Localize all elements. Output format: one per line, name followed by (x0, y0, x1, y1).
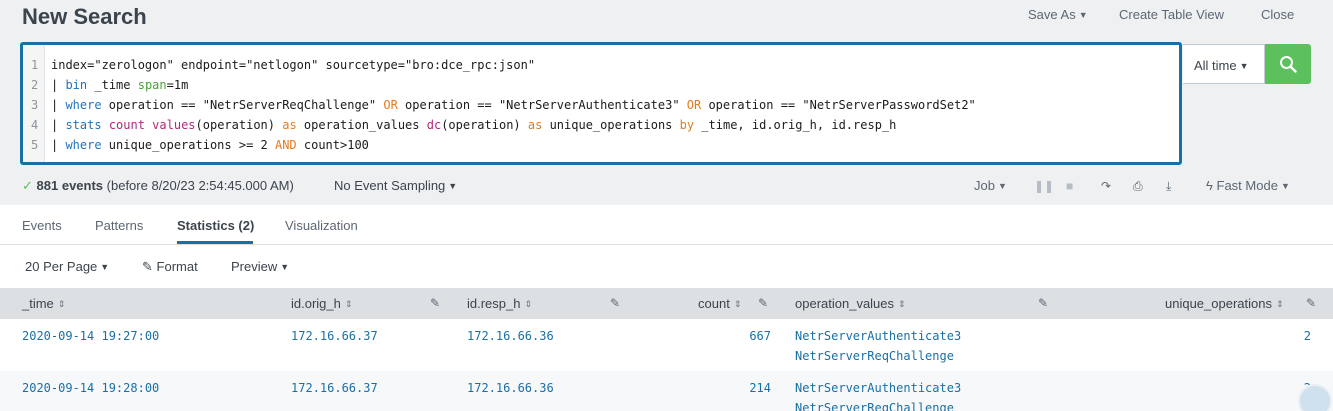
event-sampling-label: No Event Sampling (334, 178, 446, 193)
page-title: New Search (22, 4, 147, 29)
checkmark-icon: ✓ (22, 178, 33, 193)
stop-icon[interactable]: ■ (1066, 179, 1073, 193)
caret-down-icon: ▼ (280, 262, 290, 272)
create-table-view-button[interactable]: Create Table View (1119, 7, 1224, 22)
search-mode-label: Fast Mode (1216, 178, 1278, 193)
cell-unique-operations[interactable]: 2 (1280, 329, 1311, 343)
tab-visualization[interactable]: Visualization (285, 218, 358, 233)
line-number: 1 (31, 58, 39, 72)
edit-column-icon[interactable]: ✎ (1038, 296, 1048, 310)
export-icon[interactable]: ⤓ (1166, 179, 1171, 194)
table-header: _time ⇕ id.orig_h ⇕ ✎ id.resp_h ⇕ ✎ count ⇕ … (0, 289, 1333, 319)
search-editor[interactable]: 1 2 3 4 5 index="zerologon" endpoint="ne… (20, 42, 1182, 165)
event-count: 881 events (36, 178, 104, 193)
active-tab-indicator (177, 241, 253, 244)
bolt-icon: ϟ (1206, 178, 1213, 193)
results-tabs: Events Patterns Statistics (2) Visualiza… (0, 205, 1333, 245)
tab-statistics[interactable]: Statistics (2) (177, 218, 254, 233)
column-header-orig-h[interactable]: id.orig_h ⇕ (291, 296, 352, 311)
per-page-dropdown[interactable]: 20 Per Page ▼ (25, 259, 109, 274)
format-button[interactable]: ✎ Format (142, 259, 198, 275)
sort-icon: ⇕ (898, 299, 906, 309)
save-as-dropdown[interactable]: Save As ▼ (1028, 7, 1088, 22)
line-number: 3 (31, 98, 39, 112)
sort-icon: ⇕ (1275, 299, 1284, 309)
search-button[interactable] (1265, 44, 1311, 84)
line-number: 2 (31, 78, 39, 92)
edit-column-icon[interactable]: ✎ (430, 296, 440, 310)
line-number: 4 (31, 118, 39, 132)
query-line-4: | stats count values(operation) as opera… (51, 118, 897, 132)
column-header-count[interactable]: count ⇕ (698, 296, 741, 311)
search-mode-dropdown[interactable]: ϟ Fast Mode ▼ (1206, 178, 1290, 193)
column-label: id.resp_h (467, 296, 521, 311)
close-button[interactable]: Close (1261, 7, 1294, 22)
edit-column-icon[interactable]: ✎ (758, 296, 768, 310)
per-page-label: 20 Per Page (25, 259, 98, 274)
tab-patterns[interactable]: Patterns (95, 218, 143, 233)
query-line-5: | where unique_operations >= 2 AND count… (51, 138, 369, 152)
column-header-operation-values[interactable]: operation_values ⇕ (795, 296, 906, 311)
event-time-range: (before 8/20/23 2:54:45.000 AM) (106, 178, 294, 193)
assistant-widget-icon[interactable] (1298, 384, 1332, 411)
query-line-3: | where operation == "NetrServerReqChall… (51, 98, 976, 112)
cell-time[interactable]: 2020-09-14 19:28:00 (22, 381, 159, 395)
caret-down-icon: ▼ (1239, 61, 1249, 71)
line-number-gutter: 1 2 3 4 5 (23, 45, 45, 162)
column-label: unique_operations (1165, 296, 1272, 311)
job-label: Job (974, 178, 995, 193)
preview-dropdown[interactable]: Preview ▼ (231, 259, 289, 274)
share-icon[interactable]: ↷ (1101, 179, 1111, 193)
tab-events[interactable]: Events (22, 218, 62, 233)
cell-orig-h[interactable]: 172.16.66.37 (291, 381, 378, 395)
edit-column-icon[interactable]: ✎ (610, 296, 620, 310)
caret-down-icon: ▼ (1078, 10, 1088, 20)
table-row: 2020-09-14 19:28:00 172.16.66.37 172.16.… (0, 371, 1333, 411)
column-label: count (698, 296, 730, 311)
time-range-picker[interactable]: All time ▼ (1183, 44, 1265, 84)
sort-icon: ⇕ (733, 299, 742, 309)
column-label: id.orig_h (291, 296, 341, 311)
edit-column-icon[interactable]: ✎ (1306, 296, 1316, 310)
caret-down-icon: ▼ (1280, 181, 1290, 191)
results-toolbar: 20 Per Page ▼ ✎ Format Preview ▼ (0, 245, 1333, 289)
line-number: 5 (31, 138, 39, 152)
cell-orig-h[interactable]: 172.16.66.37 (291, 329, 378, 343)
cell-time[interactable]: 2020-09-14 19:27:00 (22, 329, 159, 343)
cell-resp-h[interactable]: 172.16.66.36 (467, 329, 554, 343)
caret-down-icon: ▼ (997, 181, 1007, 191)
preview-label: Preview (231, 259, 278, 274)
event-sampling-dropdown[interactable]: No Event Sampling ▼ (334, 178, 457, 193)
cell-count[interactable]: 667 (720, 329, 771, 343)
column-header-time[interactable]: _time ⇕ (22, 296, 65, 311)
cell-count[interactable]: 214 (720, 381, 771, 395)
cell-operation-value[interactable]: NetrServerAuthenticate3 (795, 329, 961, 343)
job-dropdown[interactable]: Job ▼ (974, 178, 1007, 193)
cell-operation-value[interactable]: NetrServerAuthenticate3 (795, 381, 961, 395)
column-header-resp-h[interactable]: id.resp_h ⇕ (467, 296, 532, 311)
column-label: operation_values (795, 296, 895, 311)
print-icon[interactable]: ⎙ (1133, 179, 1143, 194)
query-line-2: | bin _time span=1m (51, 78, 189, 92)
column-header-unique-operations[interactable]: unique_operations ⇕ (1165, 296, 1284, 311)
cell-operation-value[interactable]: NetrServerReqChallenge (795, 401, 954, 411)
caret-down-icon: ▼ (448, 181, 458, 191)
sort-icon: ⇕ (524, 299, 533, 309)
table-row: 2020-09-14 19:27:00 172.16.66.37 172.16.… (0, 319, 1333, 371)
sort-icon: ⇕ (57, 299, 66, 309)
cell-resp-h[interactable]: 172.16.66.36 (467, 381, 554, 395)
sort-icon: ⇕ (344, 299, 353, 309)
format-label: Format (156, 259, 198, 274)
search-icon (1280, 56, 1297, 73)
pencil-icon: ✎ (142, 259, 153, 274)
save-as-label: Save As (1028, 7, 1076, 22)
cell-operation-value[interactable]: NetrServerReqChallenge (795, 349, 954, 363)
column-label: _time (22, 296, 54, 311)
event-count-status: ✓ 881 events (before 8/20/23 2:54:45.000… (22, 178, 294, 194)
time-range-label: All time (1194, 58, 1237, 73)
query-line-1: index="zerologon" endpoint="netlogon" so… (51, 58, 536, 72)
pause-icon[interactable]: ❚❚ (1034, 179, 1054, 193)
caret-down-icon: ▼ (100, 262, 110, 272)
